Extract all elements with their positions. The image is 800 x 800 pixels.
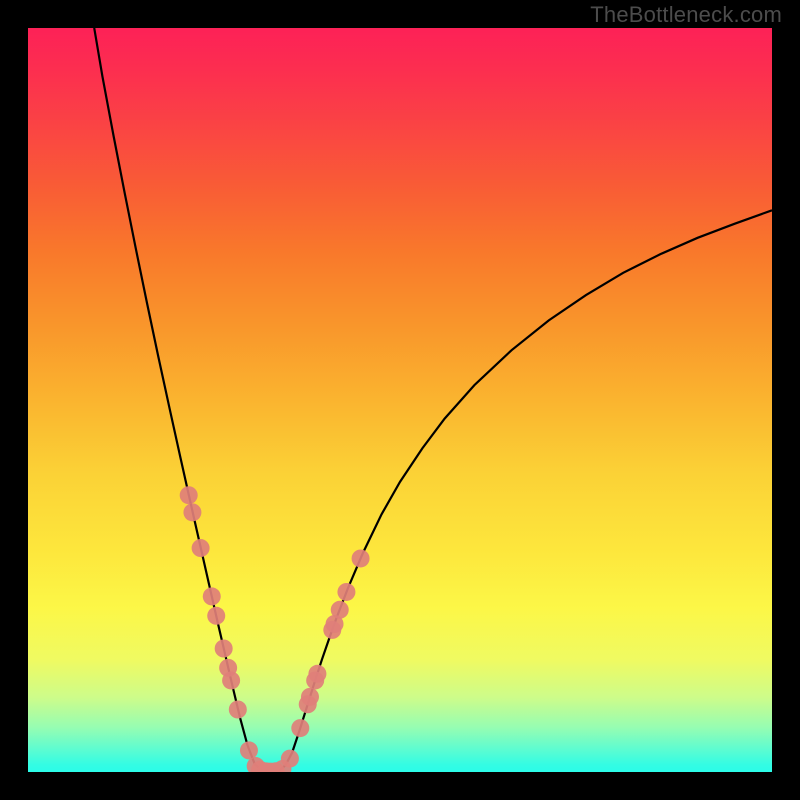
data-marker xyxy=(308,665,326,683)
data-marker xyxy=(203,587,221,605)
data-marker xyxy=(291,719,309,737)
data-marker xyxy=(281,750,299,768)
data-markers-group xyxy=(180,486,370,772)
data-marker xyxy=(240,741,258,759)
chart-svg xyxy=(28,28,772,772)
data-marker xyxy=(215,640,233,658)
bottleneck-curve-left xyxy=(94,28,267,772)
data-marker xyxy=(229,701,247,719)
data-marker xyxy=(192,539,210,557)
data-marker xyxy=(207,607,225,625)
data-marker xyxy=(301,688,319,706)
bottleneck-curve-right xyxy=(274,210,772,771)
watermark-text: TheBottleneck.com xyxy=(590,2,782,28)
data-marker xyxy=(352,549,370,567)
chart-container: TheBottleneck.com xyxy=(0,0,800,800)
data-marker xyxy=(331,601,349,619)
data-marker xyxy=(222,671,240,689)
data-marker xyxy=(337,583,355,601)
data-marker xyxy=(183,503,201,521)
data-marker xyxy=(180,486,198,504)
